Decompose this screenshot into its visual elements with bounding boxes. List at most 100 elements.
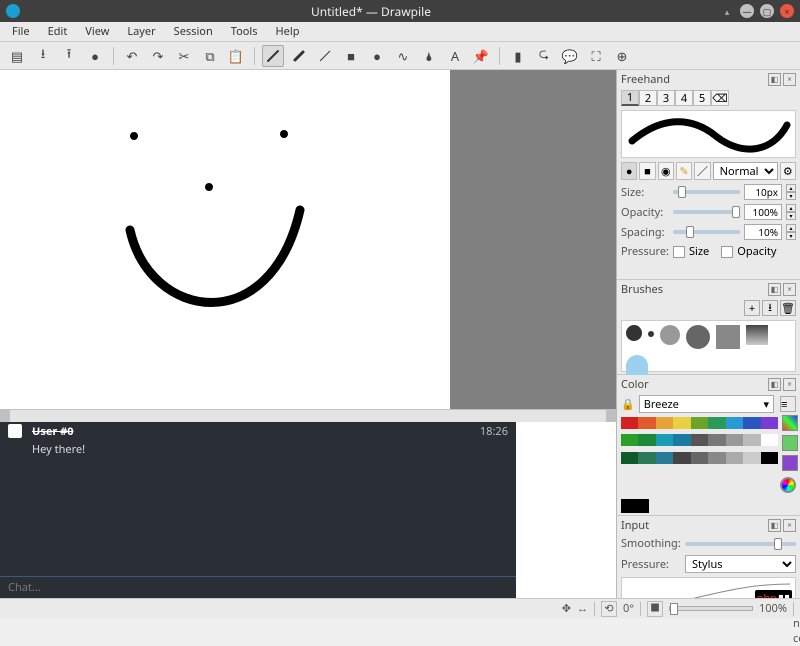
color-swatch[interactable] <box>656 434 673 446</box>
palette-lock-icon[interactable]: 🔒 <box>621 397 635 412</box>
color-swatch[interactable] <box>726 452 743 464</box>
color-swatch[interactable] <box>761 417 778 429</box>
pointer-tool-icon[interactable]: 📌 <box>470 45 492 67</box>
line-tool-icon[interactable] <box>314 45 336 67</box>
save-file-icon[interactable]: ⭱ <box>58 45 80 67</box>
rotate-reset-button[interactable]: ⟲ <box>601 601 617 617</box>
brush-shape-soft-icon[interactable]: ◉ <box>658 162 674 180</box>
spacing-spinner[interactable]: ▴▾ <box>786 224 796 240</box>
menu-layer[interactable]: Layer <box>119 22 163 41</box>
redo-icon[interactable]: ↷ <box>147 45 169 67</box>
window-close-button[interactable]: × <box>780 4 794 18</box>
color-swatch[interactable] <box>638 452 655 464</box>
pressure-size-checkbox[interactable] <box>673 246 685 258</box>
side-swatch[interactable] <box>782 415 798 431</box>
color-swatch[interactable] <box>621 434 638 446</box>
chat-input[interactable]: Chat... <box>0 576 516 598</box>
color-swatch[interactable] <box>673 417 690 429</box>
panel-close-icon[interactable]: × <box>783 283 796 296</box>
panel-close-icon[interactable]: × <box>783 378 796 391</box>
spacing-slider[interactable] <box>673 230 740 234</box>
color-swatch[interactable] <box>656 452 673 464</box>
brush-slot-5[interactable]: 5 <box>693 90 711 106</box>
ellipse-tool-icon[interactable]: ● <box>366 45 388 67</box>
size-spinner[interactable]: ▴▾ <box>786 184 796 200</box>
text-tool-icon[interactable]: A <box>444 45 466 67</box>
color-swatch[interactable] <box>743 434 760 446</box>
pressure-curve-graph[interactable]: php▮▮ <box>621 577 796 598</box>
chat-tab-icon[interactable] <box>8 424 22 438</box>
color-swatch[interactable] <box>656 417 673 429</box>
brush-mode-erase-icon[interactable]: ✎ <box>676 162 692 180</box>
color-swatch[interactable] <box>638 434 655 446</box>
undo-icon[interactable]: ↶ <box>121 45 143 67</box>
canvas[interactable] <box>0 70 450 409</box>
eraser-slot-icon[interactable]: ⌫ <box>711 90 729 106</box>
brush-delete-icon[interactable]: 🗑 <box>780 300 796 316</box>
color-swatch[interactable] <box>743 417 760 429</box>
color-swatch[interactable] <box>621 417 638 429</box>
horizontal-scrollbar[interactable] <box>0 409 616 422</box>
color-swatch[interactable] <box>691 417 708 429</box>
color-swatch[interactable] <box>743 452 760 464</box>
copy-icon[interactable]: ⧉ <box>199 45 221 67</box>
freehand-tool-icon[interactable] <box>262 45 284 67</box>
fill-tool-icon[interactable]: 🌢 <box>418 45 440 67</box>
brush-shape-square-icon[interactable]: ■ <box>639 162 655 180</box>
brush-slot-3[interactable]: 3 <box>657 90 675 106</box>
rectangle-tool-icon[interactable]: ■ <box>340 45 362 67</box>
spacing-value[interactable]: 10% <box>744 224 782 240</box>
size-value[interactable]: 10px <box>744 184 782 200</box>
marker-tool-icon[interactable]: ▮ <box>507 45 529 67</box>
color-swatch[interactable] <box>638 417 655 429</box>
panel-float-icon[interactable]: ◧ <box>768 283 781 296</box>
window-keepabove-button[interactable]: ▴ <box>720 4 734 18</box>
menu-help[interactable]: Help <box>268 22 308 41</box>
fullscreen-icon[interactable]: ⛶ <box>585 45 607 67</box>
color-swatch[interactable] <box>691 452 708 464</box>
color-swatch[interactable] <box>673 452 690 464</box>
menu-view[interactable]: View <box>77 22 117 41</box>
color-swatch[interactable] <box>673 434 690 446</box>
color-wheel-icon[interactable] <box>780 477 796 493</box>
window-maximize-button[interactable]: ▢ <box>760 4 774 18</box>
brush-mode-line-icon[interactable]: ／ <box>694 162 710 180</box>
brush-add-icon[interactable]: + <box>744 300 760 316</box>
brush-slot-4[interactable]: 4 <box>675 90 693 106</box>
cut-icon[interactable]: ✂ <box>173 45 195 67</box>
brush-slot-1[interactable]: 1 <box>621 90 639 106</box>
canvas-area[interactable] <box>0 70 616 409</box>
color-swatch[interactable] <box>726 417 743 429</box>
color-swatch[interactable] <box>708 434 725 446</box>
side-swatch[interactable] <box>782 455 798 471</box>
menu-edit[interactable]: Edit <box>40 22 76 41</box>
bezier-tool-icon[interactable]: ∿ <box>392 45 414 67</box>
brush-preset[interactable] <box>746 325 768 345</box>
opacity-value[interactable]: 100% <box>744 204 782 220</box>
brush-preset-grid[interactable] <box>621 320 796 372</box>
panel-close-icon[interactable]: × <box>783 519 796 532</box>
new-file-icon[interactable]: ▤ <box>6 45 28 67</box>
panel-float-icon[interactable]: ◧ <box>768 73 781 86</box>
color-swatch[interactable] <box>621 452 638 464</box>
panel-close-icon[interactable]: × <box>783 73 796 86</box>
opacity-slider[interactable] <box>673 210 740 214</box>
window-minimize-button[interactable]: — <box>740 4 754 18</box>
pressure-source-select[interactable]: Stylus <box>685 555 796 573</box>
brush-preset[interactable] <box>648 331 654 337</box>
flip-tool-icon[interactable]: ⮎ <box>533 45 555 67</box>
palette-menu-icon[interactable]: ≡ <box>780 396 796 412</box>
center-view-icon[interactable]: ⊕ <box>611 45 633 67</box>
color-swatch[interactable] <box>726 434 743 446</box>
color-swatch[interactable] <box>761 434 778 446</box>
brush-preset[interactable] <box>660 325 680 345</box>
pressure-opacity-checkbox[interactable] <box>721 246 733 258</box>
zoom-slider[interactable] <box>669 606 753 611</box>
brush-preset[interactable] <box>716 325 740 349</box>
menu-file[interactable]: File <box>4 22 38 41</box>
opacity-spinner[interactable]: ▴▾ <box>786 204 796 220</box>
color-swatch-grid[interactable] <box>621 417 778 469</box>
color-swatch[interactable] <box>761 452 778 464</box>
color-swatch[interactable] <box>708 452 725 464</box>
size-slider[interactable] <box>673 190 740 194</box>
